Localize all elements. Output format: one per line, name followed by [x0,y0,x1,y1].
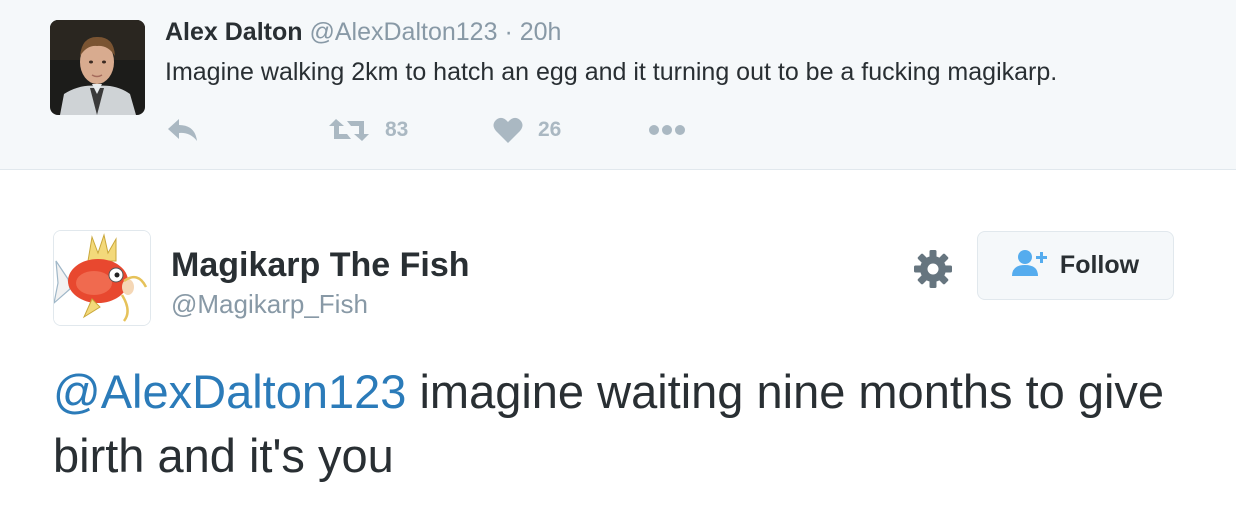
retweet-icon [327,115,371,145]
author-name[interactable]: Alex Dalton [165,18,303,46]
like-button[interactable]: 26 [492,112,561,148]
more-options-button[interactable] [648,112,686,148]
follow-button-label: Follow [1059,251,1140,279]
tweet-timestamp[interactable]: 20h [520,18,562,46]
like-count: 26 [538,118,562,141]
main-author-name[interactable]: Magikarp The Fish [171,246,470,285]
main-tweet-text: @AlexDalton123 imagine waiting nine mont… [53,360,1203,488]
follow-user-icon [1011,249,1048,282]
retweet-button[interactable]: 83 [327,112,408,148]
follow-button[interactable]: Follow [977,231,1174,300]
parent-tweet-header: Alex Dalton @AlexDalton123 · 20h [165,18,561,47]
separator-dot: · [504,18,513,46]
parent-tweet-text: Imagine walking 2km to hatch an egg and … [165,58,1058,86]
more-icon [648,124,686,136]
gear-icon[interactable] [913,249,953,289]
heart-icon [492,115,524,145]
alex-dalton-avatar[interactable] [50,20,145,115]
mention-link[interactable]: @AlexDalton123 [53,365,406,418]
reply-icon [165,115,201,145]
reply-button[interactable] [165,112,201,148]
retweet-count: 83 [385,118,409,141]
author-handle[interactable]: @AlexDalton123 [309,18,497,46]
parent-tweet: Alex Dalton @AlexDalton123 · 20h Imagine… [0,0,1236,170]
main-author-handle[interactable]: @Magikarp_Fish [171,289,368,320]
magikarp-avatar[interactable] [53,230,151,326]
